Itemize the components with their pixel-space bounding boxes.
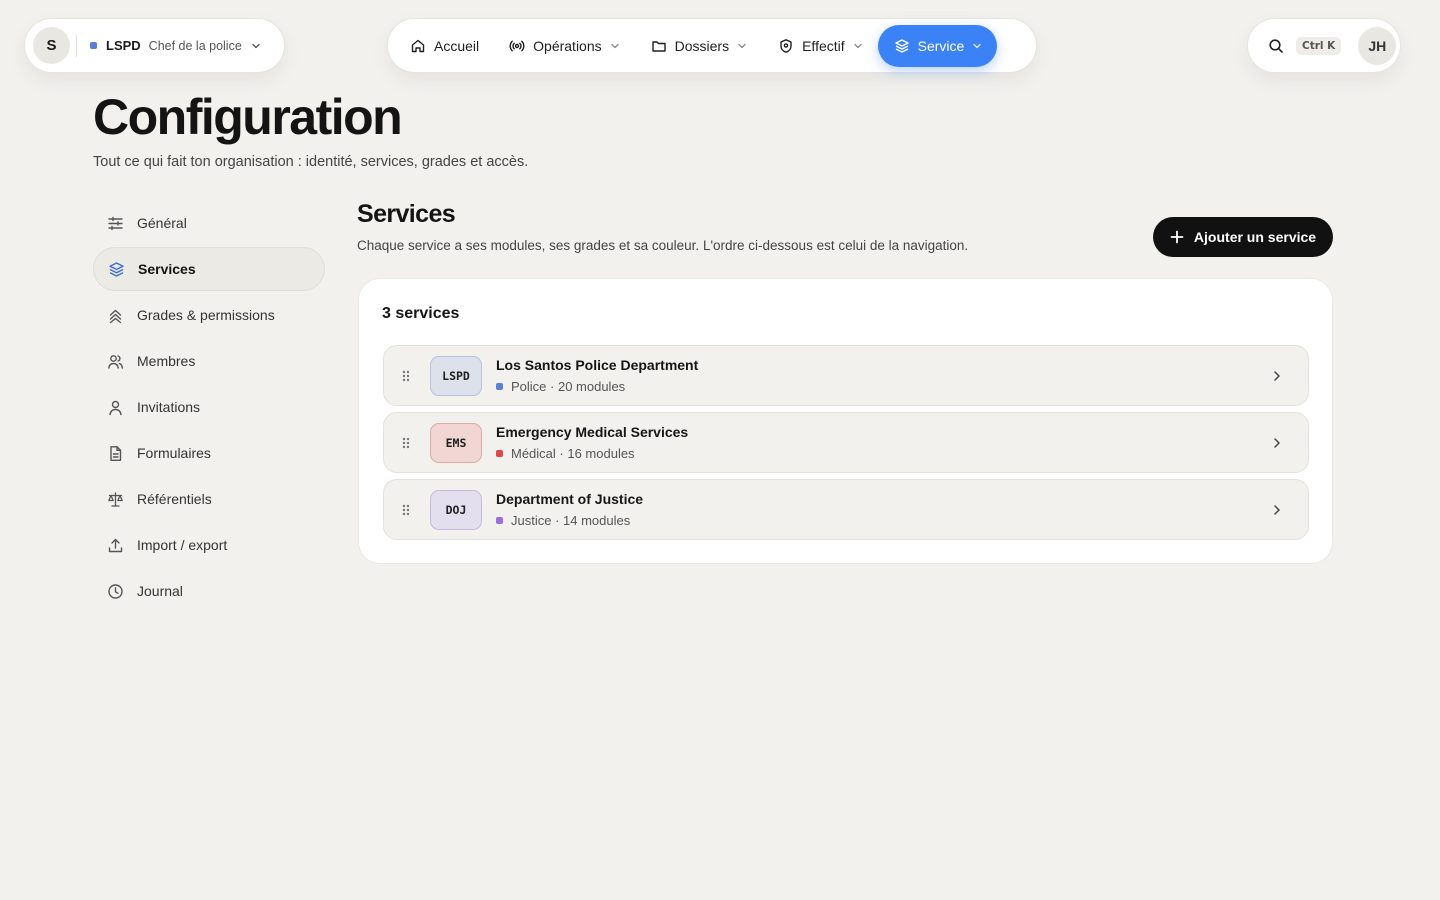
upload-icon — [108, 538, 123, 552]
sidebar-item-label: Référentiels — [137, 491, 212, 507]
nav-item-label: Effectif — [802, 37, 845, 54]
sidebar-item-invitations[interactable]: Invitations — [93, 385, 325, 429]
service-row-lspd[interactable]: LSPD Los Santos Police Department Police… — [383, 345, 1309, 406]
add-service-label: Ajouter un service — [1193, 229, 1317, 245]
service-code-badge: LSPD — [430, 355, 482, 396]
plus-icon — [1170, 230, 1184, 244]
service-meta: Police · 20 modules — [511, 379, 626, 394]
sidebar-item-membres[interactable]: Membres — [93, 339, 325, 383]
services-count: 3 services — [382, 305, 460, 322]
sidebar-item-label: Membres — [137, 353, 196, 369]
search-icon[interactable] — [1268, 38, 1284, 54]
service-color-dot — [496, 383, 503, 390]
services-card: 3 services LSPD Los Santos Police Depart… — [358, 278, 1333, 564]
nav-item-service[interactable]: Service — [877, 24, 998, 67]
home-icon — [411, 39, 425, 52]
chevron-down-icon — [853, 43, 862, 48]
drag-handle-icon[interactable] — [401, 436, 411, 450]
sidebar-item-services[interactable]: Services — [93, 247, 325, 291]
chevron-down-icon — [610, 43, 619, 48]
sliders-icon — [108, 216, 123, 230]
nav-item-dossiers[interactable]: Dossiers — [635, 25, 762, 67]
org-color-dot — [90, 42, 97, 49]
chevron-right-icon — [1274, 370, 1280, 381]
drag-handle-icon[interactable] — [401, 369, 411, 383]
service-code-badge: DOJ — [430, 489, 482, 530]
main-nav: Accueil Opérations Dossiers Effectif Ser… — [387, 18, 1037, 73]
settings-sidebar: Général Services Grades & permissions Me… — [93, 201, 325, 615]
nav-item-accueil[interactable]: Accueil — [394, 25, 493, 67]
scale-icon — [108, 491, 123, 507]
service-row-doj[interactable]: DOJ Department of Justice Justice · 14 m… — [383, 479, 1309, 540]
nav-item-label: Dossiers — [674, 37, 730, 54]
nav-item-label: Service — [917, 37, 965, 54]
org-switcher[interactable]: S LSPD Chef de la police — [24, 18, 285, 73]
sidebar-item-label: Invitations — [137, 399, 201, 415]
page-title: Configuration — [93, 89, 403, 145]
layers-icon — [894, 38, 909, 53]
chevron-right-icon — [1274, 437, 1280, 448]
add-service-button[interactable]: Ajouter un service — [1153, 217, 1333, 257]
command-shortcut-badge[interactable]: Ctrl K — [1296, 36, 1342, 55]
user-avatar[interactable]: JH — [1358, 26, 1397, 65]
sidebar-item-label: Journal — [137, 583, 183, 599]
service-color-dot — [496, 517, 503, 524]
service-meta: Médical · 16 modules — [511, 446, 635, 461]
nav-item-label: Accueil — [434, 37, 480, 54]
sidebar-item-label: Grades & permissions — [137, 307, 275, 323]
org-avatar: S — [33, 27, 70, 64]
sidebar-item-referentiels[interactable]: Référentiels — [93, 477, 325, 521]
file-icon — [110, 445, 122, 461]
layers-icon — [109, 261, 124, 277]
service-code-badge: EMS — [430, 422, 482, 463]
chevron-right-icon — [1274, 504, 1280, 515]
sidebar-item-label: Général — [137, 215, 187, 231]
top-right-actions: Ctrl K JH — [1247, 18, 1401, 73]
section-subtitle: Chaque service a ses modules, ses grades… — [357, 238, 969, 253]
sidebar-item-journal[interactable]: Journal — [93, 569, 325, 613]
chevron-down-icon — [738, 43, 746, 48]
sidebar-item-import-export[interactable]: Import / export — [93, 523, 325, 567]
service-name: Department of Justice — [496, 491, 644, 507]
org-role: Chef de la police — [148, 38, 242, 53]
nav-item-effectif[interactable]: Effectif — [762, 25, 878, 67]
shield-icon — [780, 38, 792, 53]
sidebar-item-label: Import / export — [137, 537, 228, 553]
org-name: LSPD — [106, 38, 141, 53]
clock-icon — [108, 583, 123, 599]
page-subtitle: Tout ce qui fait ton organisation : iden… — [93, 154, 529, 170]
service-color-dot — [496, 450, 503, 457]
chevrons-up-icon — [109, 309, 122, 323]
chevron-down-icon — [973, 43, 982, 48]
service-name: Emergency Medical Services — [496, 424, 689, 440]
users-icon — [108, 354, 123, 369]
sidebar-item-formulaires[interactable]: Formulaires — [93, 431, 325, 475]
user-icon — [109, 400, 122, 415]
nav-item-operations[interactable]: Opérations — [493, 25, 634, 67]
broadcast-icon — [509, 40, 525, 51]
sidebar-item-grades[interactable]: Grades & permissions — [93, 293, 325, 337]
folder-icon — [651, 40, 666, 52]
divider — [76, 34, 77, 57]
sidebar-item-general[interactable]: Général — [93, 201, 325, 245]
service-name: Los Santos Police Department — [496, 357, 699, 373]
sidebar-item-label: Formulaires — [137, 445, 211, 461]
sidebar-item-label: Services — [138, 261, 196, 277]
chevron-down-icon — [252, 43, 260, 48]
service-row-ems[interactable]: EMS Emergency Medical Services Médical ·… — [383, 412, 1309, 473]
service-meta: Justice · 14 modules — [511, 513, 631, 528]
nav-item-label: Opérations — [533, 37, 602, 54]
section-title: Services — [357, 200, 456, 228]
drag-handle-icon[interactable] — [401, 503, 411, 517]
